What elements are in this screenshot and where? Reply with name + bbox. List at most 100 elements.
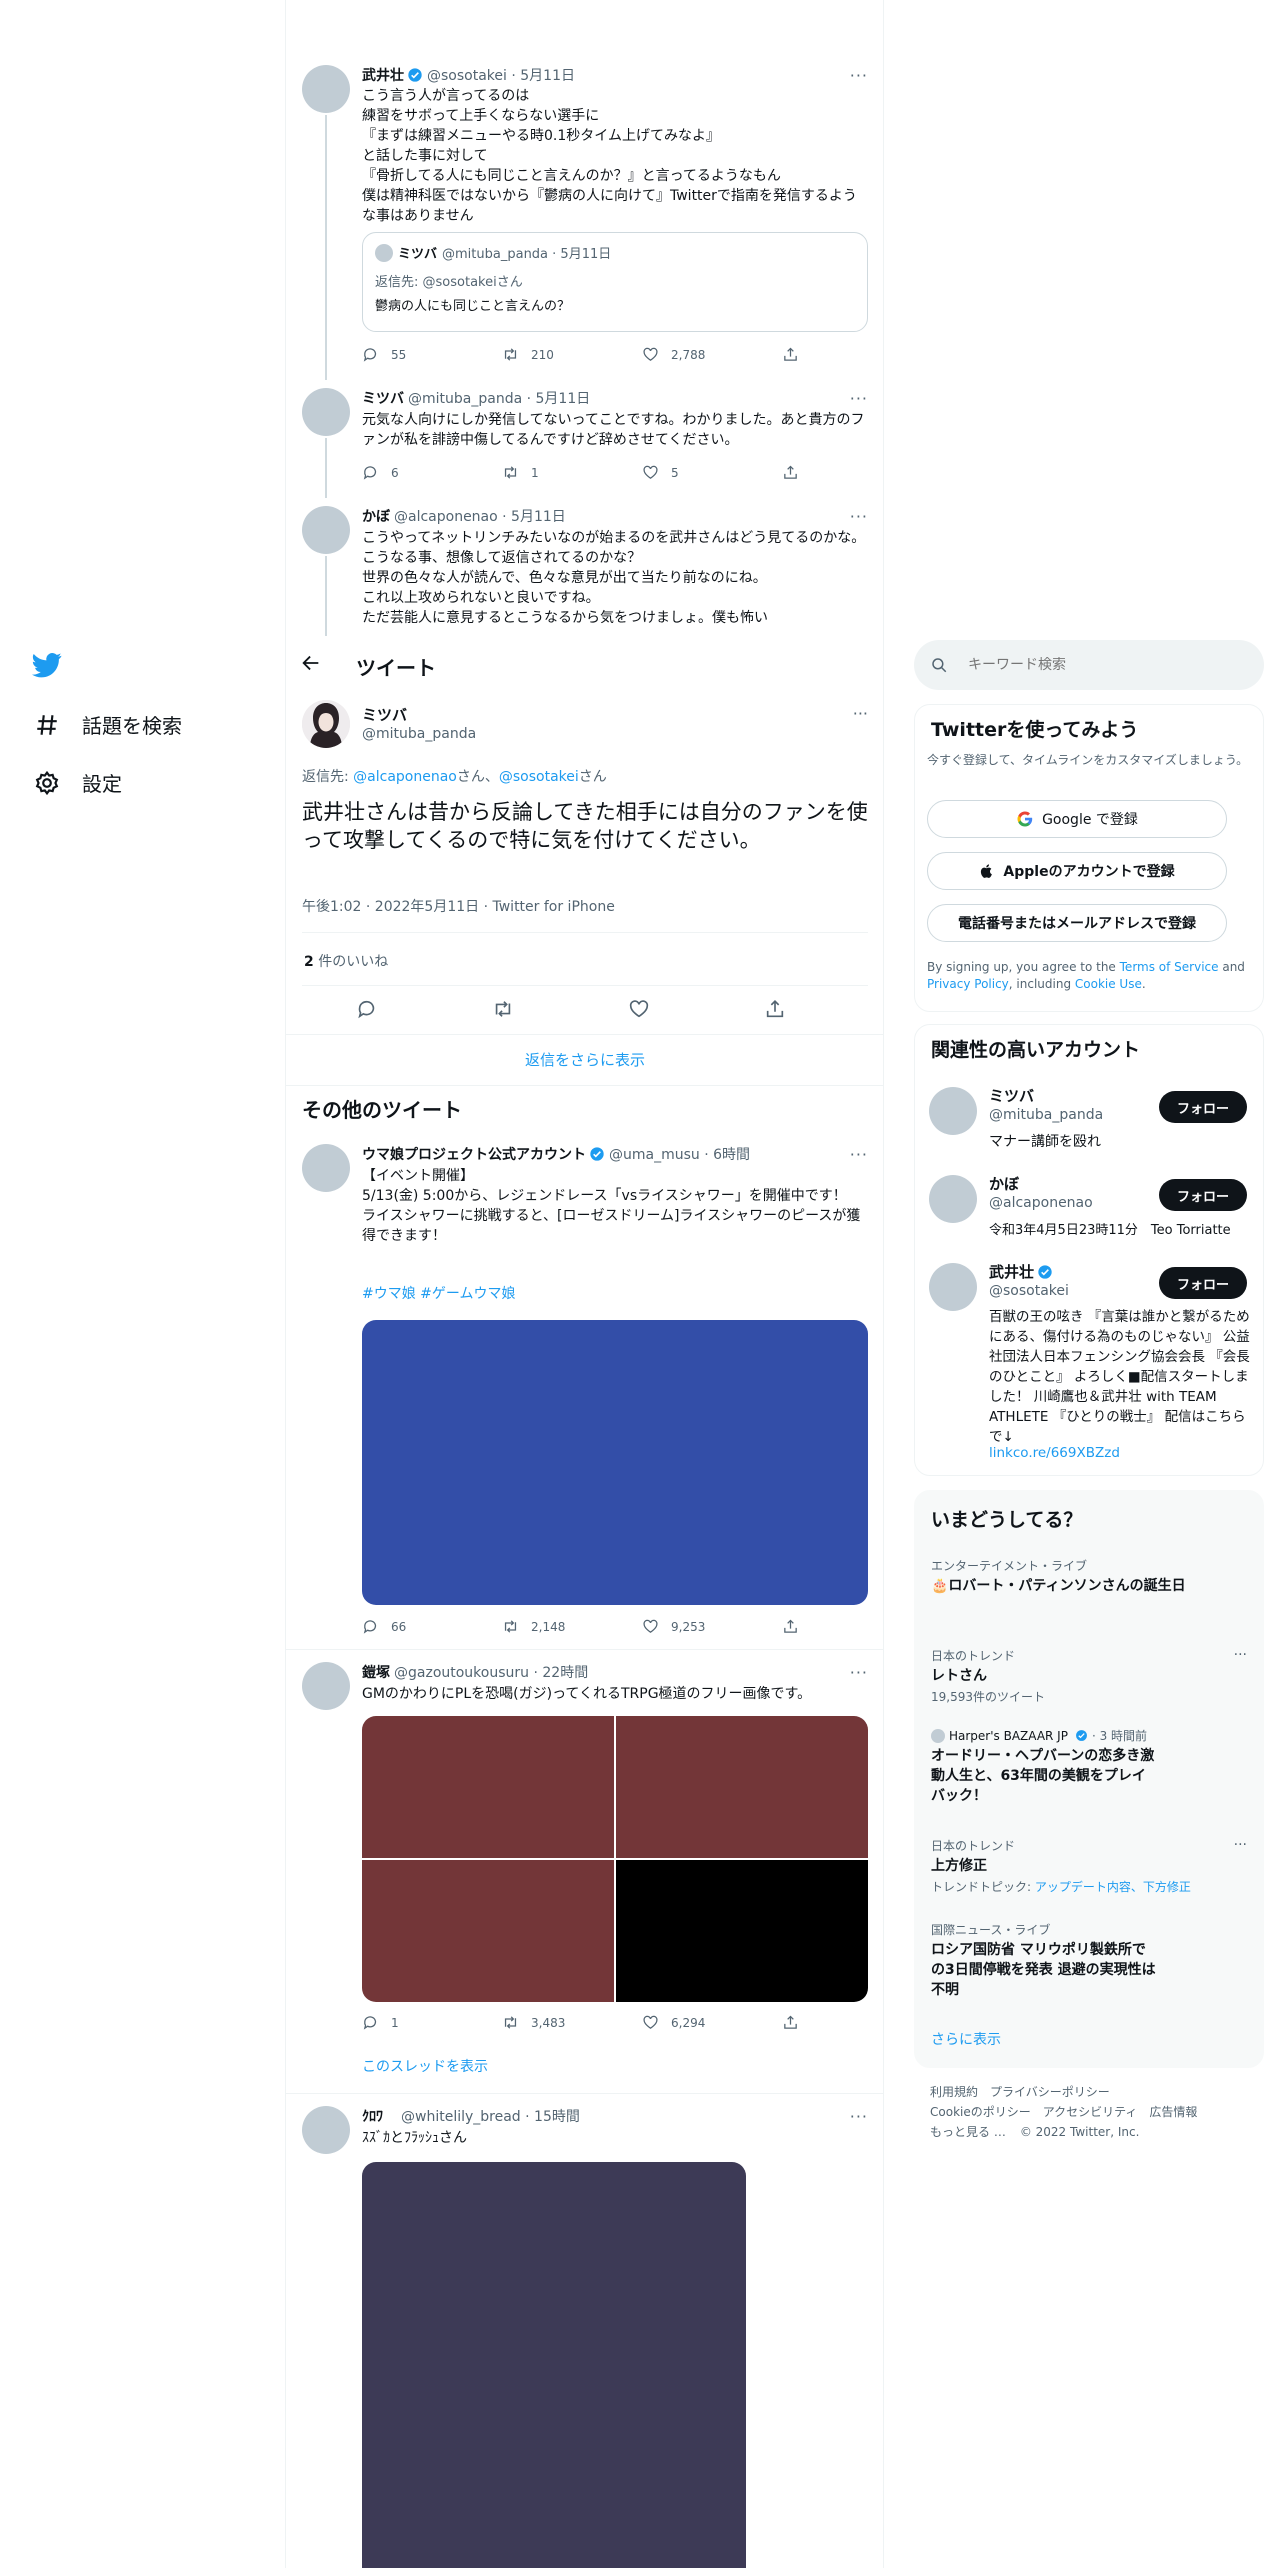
avatar[interactable]: [302, 388, 350, 436]
more-options-icon[interactable]: ···: [850, 507, 868, 526]
more-options-icon[interactable]: ···: [850, 389, 868, 408]
footer-more-link[interactable]: もっと見る …: [930, 2122, 1006, 2142]
account-row[interactable]: 武井壮 @sosotakei 百獣の王の呟き 『言葉は誰かと繋がるためにある、傷…: [915, 1257, 1263, 1473]
more-options-icon[interactable]: ···: [1234, 1647, 1247, 1663]
search-bar[interactable]: [914, 640, 1264, 690]
avatar[interactable]: [302, 2106, 350, 2154]
footer-ads-link[interactable]: 広告情報: [1149, 2102, 1197, 2122]
share-button[interactable]: [782, 346, 802, 363]
avatar[interactable]: [302, 1144, 350, 1192]
like-button[interactable]: 9,253: [642, 1618, 752, 1635]
tweet[interactable]: 鎧塚 @gazoutoukousuru · 22時間 ··· GMのかわりにPL…: [286, 1650, 883, 2094]
avatar[interactable]: [929, 1263, 977, 1311]
retweet-button[interactable]: 2,148: [502, 1618, 612, 1635]
trend-item[interactable]: エンターテイメント・ライブ 🎂ロバート・パティンソンさんの誕生日: [931, 1557, 1247, 1596]
author-name[interactable]: 武井壮: [362, 65, 404, 85]
follow-button[interactable]: フォロー: [1159, 1091, 1247, 1123]
tweet-image[interactable]: [616, 1716, 868, 1858]
share-button[interactable]: [782, 1618, 802, 1635]
retweet-button[interactable]: 1: [502, 464, 612, 481]
tweet[interactable]: ウマ娘プロジェクト公式アカウント @uma_musu · 6時間 ··· 【イベ…: [286, 1130, 883, 1650]
avatar[interactable]: [929, 1175, 977, 1223]
author-name[interactable]: ｸﾛﾜ: [362, 2106, 383, 2126]
google-signup-button[interactable]: Google で登録: [927, 800, 1227, 838]
nav-settings[interactable]: 設定: [34, 768, 122, 797]
nav-explore[interactable]: 話題を検索: [34, 710, 182, 739]
avatar[interactable]: [929, 1087, 977, 1135]
share-icon[interactable]: [764, 998, 786, 1020]
author-handle[interactable]: @mituba_panda: [362, 726, 476, 742]
account-row[interactable]: かぼ @alcaponenao 令和3年4月5日23時11分 Teo Torri…: [915, 1169, 1263, 1253]
tweet-image[interactable]: [616, 1860, 868, 2002]
reply-button[interactable]: 1: [362, 2014, 472, 2031]
show-more-trends-link[interactable]: さらに表示: [931, 2029, 1001, 2049]
author-name[interactable]: ウマ娘プロジェクト公式アカウント: [362, 1144, 586, 1164]
trend-item[interactable]: Harper's BAZAAR JP · 3 時間前 オードリー・ヘプバーンの恋…: [931, 1727, 1247, 1806]
more-options-icon[interactable]: ···: [853, 704, 868, 723]
author-name[interactable]: 鎧塚: [362, 1662, 390, 1682]
thread-tweet[interactable]: かぼ @alcaponenao · 5月11日 ··· こうやってネットリンチみ…: [286, 498, 883, 638]
trend-item[interactable]: 国際ニュース・ライブ ロシア国防省 マリウポリ製鉄所での3日間停戦を発表 退避の…: [931, 1921, 1247, 2000]
show-more-replies-button[interactable]: 返信をさらに表示: [286, 1034, 883, 1086]
reply-user-link[interactable]: @sosotakei: [499, 769, 579, 785]
tweet-image[interactable]: [362, 1860, 614, 2002]
trend-item[interactable]: 日本のトレンド 上方修正 トレンドトピック: アップデート内容、下方修正 ···: [931, 1837, 1247, 1895]
author-handle[interactable]: @sosotakei · 5月11日: [427, 65, 575, 85]
tweet-timestamp[interactable]: 午後1:02 · 2022年5月11日 · Twitter for iPhone: [302, 896, 615, 916]
thread-tweet[interactable]: ミツバ @mituba_panda · 5月11日 ··· 元気な人向けにしか発…: [286, 380, 883, 498]
author-name[interactable]: ミツバ: [362, 388, 404, 408]
quoted-tweet[interactable]: ミツバ @mituba_panda · 5月11日 返信先: @sosotake…: [362, 232, 868, 332]
footer-accessibility-link[interactable]: アクセシビリティ: [1043, 2102, 1138, 2122]
apple-signup-button[interactable]: Appleのアカウントで登録: [927, 852, 1227, 890]
reply-icon[interactable]: [356, 998, 378, 1020]
likes-summary[interactable]: 2 件のいいね: [304, 951, 388, 971]
account-name[interactable]: ミツバ: [989, 1085, 1034, 1106]
more-options-icon[interactable]: ···: [1234, 1837, 1247, 1853]
retweet-icon[interactable]: [492, 998, 514, 1020]
tweet-image[interactable]: [362, 2162, 746, 2568]
more-options-icon[interactable]: ···: [850, 1663, 868, 1682]
account-name[interactable]: 武井壮: [989, 1261, 1034, 1282]
author-handle[interactable]: @alcaponenao · 5月11日: [394, 506, 566, 526]
privacy-link[interactable]: Privacy Policy: [927, 977, 1009, 991]
reply-user-link[interactable]: @alcaponenao: [353, 769, 457, 785]
avatar[interactable]: [302, 1662, 350, 1710]
reply-button[interactable]: 55: [362, 346, 472, 363]
footer-cookie-link[interactable]: Cookieのポリシー: [930, 2102, 1031, 2122]
author-handle[interactable]: @mituba_panda · 5月11日: [408, 388, 590, 408]
tweet-image[interactable]: [362, 1320, 868, 1605]
search-input[interactable]: [968, 657, 1228, 673]
avatar[interactable]: [302, 506, 350, 554]
tweet-image[interactable]: [362, 1716, 614, 1858]
hashtags[interactable]: #ウマ娘 #ゲームウマ娘: [362, 1284, 868, 1304]
account-handle[interactable]: @alcaponenao: [989, 1195, 1093, 1211]
like-button[interactable]: 5: [642, 464, 752, 481]
like-button[interactable]: 2,788: [642, 346, 752, 363]
show-thread-link[interactable]: このスレッドを表示: [362, 2056, 488, 2076]
retweet-button[interactable]: 210: [502, 346, 612, 363]
account-handle[interactable]: @mituba_panda: [989, 1107, 1103, 1123]
author-handle[interactable]: @gazoutoukousuru · 22時間: [394, 1662, 588, 1682]
more-options-icon[interactable]: ···: [850, 2107, 868, 2126]
heart-icon[interactable]: [628, 998, 650, 1020]
footer-privacy-link[interactable]: プライバシーポリシー: [990, 2082, 1110, 2102]
avatar[interactable]: [302, 65, 350, 113]
account-name[interactable]: かぼ: [989, 1173, 1019, 1194]
back-arrow-icon[interactable]: [300, 652, 322, 674]
retweet-button[interactable]: 3,483: [502, 2014, 612, 2031]
avatar[interactable]: [302, 700, 350, 748]
more-options-icon[interactable]: ···: [850, 1145, 868, 1164]
thread-tweet[interactable]: 武井壮 @sosotakei · 5月11日 ··· こう言う人が言ってるのは …: [286, 50, 883, 380]
author-name[interactable]: ミツバ: [362, 704, 407, 725]
share-button[interactable]: [782, 464, 802, 481]
account-row[interactable]: ミツバ @mituba_panda マナー講師を殴れ フォロー: [915, 1081, 1263, 1165]
author-handle[interactable]: @uma_musu · 6時間: [609, 1144, 750, 1164]
cookie-link[interactable]: Cookie Use: [1075, 977, 1142, 991]
trend-topic-link[interactable]: アップデート内容、下方修正: [1035, 1880, 1191, 1894]
tweet[interactable]: ｸﾛﾜ @whitelily_bread · 15時間 ··· ｽｽﾞｶとﾌﾗｯ…: [286, 2094, 883, 2568]
share-button[interactable]: [782, 2014, 802, 2031]
author-name[interactable]: かぼ: [362, 506, 390, 526]
author-handle[interactable]: @whitelily_bread · 15時間: [401, 2106, 580, 2126]
reply-button[interactable]: 6: [362, 464, 472, 481]
phone-signup-button[interactable]: 電話番号またはメールアドレスで登録: [927, 904, 1227, 942]
